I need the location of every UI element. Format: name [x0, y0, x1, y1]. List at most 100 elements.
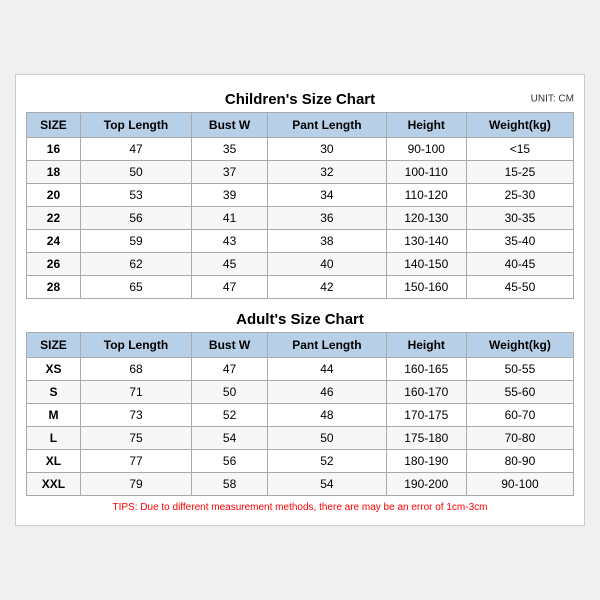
table-cell: 71 [80, 381, 191, 404]
table-cell: S [27, 381, 81, 404]
table-cell: 68 [80, 358, 191, 381]
table-cell: 55-60 [466, 381, 573, 404]
table-cell: 34 [268, 184, 386, 207]
table-cell: M [27, 404, 81, 427]
table-cell: 90-100 [386, 138, 466, 161]
table-cell: 47 [192, 358, 268, 381]
table-row: 26624540140-15040-45 [27, 253, 574, 276]
table-cell: 41 [192, 207, 268, 230]
table-cell: 38 [268, 230, 386, 253]
table-cell: 32 [268, 161, 386, 184]
table-cell: 56 [192, 450, 268, 473]
table-cell: 42 [268, 276, 386, 299]
table-cell: 62 [80, 253, 191, 276]
table-cell: 52 [268, 450, 386, 473]
table-row: 24594338130-14035-40 [27, 230, 574, 253]
table-cell: 75 [80, 427, 191, 450]
table-cell: 36 [268, 207, 386, 230]
col-header-size: SIZE [27, 113, 81, 138]
table-cell: 50 [268, 427, 386, 450]
table-row: XXL795854190-20090-100 [27, 473, 574, 496]
table-row: XL775652180-19080-90 [27, 450, 574, 473]
children-title-text: Children's Size Chart [225, 91, 375, 108]
col-header-height: Height [386, 113, 466, 138]
adult-col-header-bust-w: Bust W [192, 333, 268, 358]
table-cell: 30 [268, 138, 386, 161]
table-cell: 40 [268, 253, 386, 276]
table-row: XS684744160-16550-55 [27, 358, 574, 381]
table-cell: 48 [268, 404, 386, 427]
table-cell: 35 [192, 138, 268, 161]
table-cell: 16 [27, 138, 81, 161]
table-cell: 15-25 [466, 161, 573, 184]
table-cell: 80-90 [466, 450, 573, 473]
children-section-title: Children's Size Chart UNIT: CM [26, 85, 574, 112]
table-cell: <15 [466, 138, 573, 161]
table-cell: 190-200 [386, 473, 466, 496]
size-chart-card: Children's Size Chart UNIT: CM SIZE Top … [15, 74, 585, 526]
table-cell: 77 [80, 450, 191, 473]
table-cell: 20 [27, 184, 81, 207]
table-cell: 56 [80, 207, 191, 230]
table-cell: 26 [27, 253, 81, 276]
table-cell: 39 [192, 184, 268, 207]
table-row: 18503732100-11015-25 [27, 161, 574, 184]
table-cell: 58 [192, 473, 268, 496]
table-cell: 22 [27, 207, 81, 230]
table-cell: 140-150 [386, 253, 466, 276]
adult-col-header-weight: Weight(kg) [466, 333, 573, 358]
table-cell: 50-55 [466, 358, 573, 381]
children-table: SIZE Top Length Bust W Pant Length Heigh… [26, 112, 574, 299]
tips-text: TIPS: Due to different measurement metho… [26, 496, 574, 515]
table-cell: 46 [268, 381, 386, 404]
table-cell: 73 [80, 404, 191, 427]
table-cell: 110-120 [386, 184, 466, 207]
table-row: 20533934110-12025-30 [27, 184, 574, 207]
table-cell: 100-110 [386, 161, 466, 184]
adult-col-header-pant-length: Pant Length [268, 333, 386, 358]
adult-section-title: Adult's Size Chart [26, 305, 574, 332]
table-row: L755450175-18070-80 [27, 427, 574, 450]
table-cell: 90-100 [466, 473, 573, 496]
table-cell: 54 [268, 473, 386, 496]
adult-title-text: Adult's Size Chart [236, 311, 364, 328]
table-cell: 79 [80, 473, 191, 496]
table-cell: 180-190 [386, 450, 466, 473]
table-cell: 30-35 [466, 207, 573, 230]
table-cell: 44 [268, 358, 386, 381]
col-header-weight: Weight(kg) [466, 113, 573, 138]
table-cell: 37 [192, 161, 268, 184]
table-cell: 47 [192, 276, 268, 299]
table-row: 28654742150-16045-50 [27, 276, 574, 299]
table-cell: XXL [27, 473, 81, 496]
table-cell: 53 [80, 184, 191, 207]
table-cell: 25-30 [466, 184, 573, 207]
adult-header-row: SIZE Top Length Bust W Pant Length Heigh… [27, 333, 574, 358]
table-cell: 160-170 [386, 381, 466, 404]
table-cell: 54 [192, 427, 268, 450]
table-cell: 45-50 [466, 276, 573, 299]
col-header-pant-length: Pant Length [268, 113, 386, 138]
table-cell: XS [27, 358, 81, 381]
col-header-top-length: Top Length [80, 113, 191, 138]
table-cell: 150-160 [386, 276, 466, 299]
table-cell: 40-45 [466, 253, 573, 276]
table-row: M735248170-17560-70 [27, 404, 574, 427]
table-cell: 130-140 [386, 230, 466, 253]
table-row: 1647353090-100<15 [27, 138, 574, 161]
table-cell: 175-180 [386, 427, 466, 450]
table-cell: 45 [192, 253, 268, 276]
table-cell: 50 [80, 161, 191, 184]
table-cell: L [27, 427, 81, 450]
table-cell: 65 [80, 276, 191, 299]
adult-table: SIZE Top Length Bust W Pant Length Heigh… [26, 332, 574, 496]
adult-col-header-top-length: Top Length [80, 333, 191, 358]
table-cell: 59 [80, 230, 191, 253]
table-cell: 70-80 [466, 427, 573, 450]
adult-col-header-height: Height [386, 333, 466, 358]
table-cell: 24 [27, 230, 81, 253]
adult-col-header-size: SIZE [27, 333, 81, 358]
unit-label: UNIT: CM [531, 93, 574, 104]
table-cell: 160-165 [386, 358, 466, 381]
table-cell: 170-175 [386, 404, 466, 427]
